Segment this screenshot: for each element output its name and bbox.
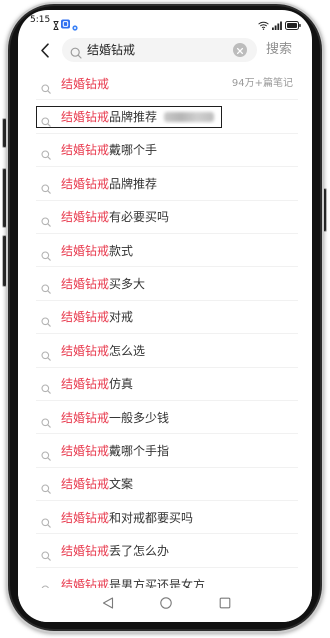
suggestion-item[interactable]: 结婚钻戒 94万+篇笔记 [18,67,312,101]
signal-icon [272,15,282,30]
suggestion-item[interactable]: 结婚钻戒怎么选 [18,334,312,368]
battery-icon [285,15,301,30]
suggestion-item[interactable]: 结婚钻戒一般多少钱 [18,401,312,435]
search-query[interactable]: 结婚钻戒 [87,43,135,57]
suggestion-item[interactable]: 结婚钻戒和对戒都要买吗 [18,501,312,535]
nav-recents-icon[interactable] [219,594,231,609]
search-icon [41,546,51,561]
suggestion-item[interactable]: 结婚钻戒是男方买还是女方 [18,568,312,588]
suggestion-item[interactable]: 结婚钻戒品牌推荐 [18,167,312,201]
nav-back-icon[interactable] [102,594,114,609]
suggestion-rest: 怎么选 [109,343,146,358]
search-icon [41,279,51,294]
suggestion-item[interactable]: 结婚钻戒品牌推荐 [18,100,312,135]
search-icon [41,312,51,328]
suggestion-list: 结婚钻戒 94万+篇笔记 结婚钻戒品牌推荐 结婚钻戒戴哪个手 结婚钻戒品牌推荐 … [18,67,312,588]
suggestion-highlight: 结婚钻戒 [61,277,110,292]
suggestion-highlight: 结婚钻戒 [61,243,110,258]
suggestion-item[interactable]: 结婚钻戒对戒 [18,301,312,335]
suggestion-text: 结婚钻戒和对戒都要买吗 [61,511,293,525]
search-icon [41,346,51,361]
note-count: 94万+篇笔记 [231,77,293,89]
suggestion-highlight: 结婚钻戒 [61,76,110,91]
suggestion-rest: 戴哪个手指 [109,443,170,458]
suggestion-text: 结婚钻戒仿真 [61,377,293,391]
suggestion-item[interactable]: 结婚钻戒款式 [18,234,312,268]
suggestion-rest: 款式 [109,243,134,258]
suggestion-item[interactable]: 结婚钻戒丢了怎么办 [18,534,312,569]
suggestion-item[interactable]: 结婚钻戒有必要买吗 [18,201,312,235]
suggestion-text: 结婚钻戒品牌推荐 [61,177,293,191]
suggestion-highlight: 结婚钻戒 [61,477,110,492]
suggestion-text: 结婚钻戒丢了怎么办 [61,544,293,558]
search-icon [41,179,51,194]
suggestion-text: 结婚钻戒有必要买吗 [61,210,293,224]
suggestion-item[interactable]: 结婚钻戒戴哪个手指 [18,434,312,469]
suggestion-item[interactable]: 结婚钻戒买多大 [18,267,312,302]
suggestion-text: 结婚钻戒对戒 [61,310,293,324]
suggestion-rest: 丢了怎么办 [109,544,170,559]
search-icon [41,79,51,94]
suggestion-highlight: 结婚钻戒 [61,143,110,158]
suggestion-rest: 仿真 [109,377,134,392]
suggestion-rest: 是男方买还是女方 [109,577,206,588]
suggestion-item[interactable]: 结婚钻戒戴哪个手 [18,134,312,168]
nav-home-icon[interactable] [160,594,172,609]
search-button[interactable]: 搜索 [266,42,292,58]
suggestion-rest: 有必要买吗 [109,210,170,225]
search-icon [41,212,51,227]
chevron-left-icon[interactable] [40,43,50,58]
phone-screen: 5:15 结婚钻戒 搜索 结婚钻戒 94万+篇笔记 结婚钻戒品牌推荐 结婚钻戒戴… [18,10,312,622]
search-bar: 结婚钻戒 搜索 [18,38,312,62]
hourglass-icon [53,15,59,30]
search-icon [41,446,51,461]
suggestion-text: 结婚钻戒怎么选 [61,344,293,358]
suggestion-highlight: 结婚钻戒 [61,176,110,191]
wifi-icon [258,15,269,30]
status-bar: 5:15 [18,10,312,31]
suggestion-highlight: 结婚钻戒 [61,443,110,458]
suggestion-text: 结婚钻戒是男方买还是女方 [61,578,293,588]
search-icon [41,112,51,127]
search-input[interactable]: 结婚钻戒 [62,38,257,62]
suggestion-text: 结婚钻戒 [61,77,232,91]
search-icon [70,44,82,59]
clear-icon[interactable] [233,43,247,57]
suggestion-highlight: 结婚钻戒 [61,577,110,588]
search-icon [41,145,51,161]
system-nav-bar [18,588,312,622]
search-icon [41,246,51,261]
suggestion-highlight: 结婚钻戒 [61,343,110,358]
suggestion-item[interactable]: 结婚钻戒仿真 [18,368,312,402]
suggestion-rest: 文案 [109,477,134,492]
settings-dot-icon [72,16,78,31]
suggestion-text: 结婚钻戒款式 [61,244,293,258]
search-icon [41,513,51,528]
suggestion-highlight: 结婚钻戒 [61,310,110,325]
search-icon [41,379,51,394]
search-icon [41,580,51,588]
suggestion-text: 结婚钻戒戴哪个手指 [61,444,293,458]
status-time: 5:15 [30,15,51,25]
suggestion-rest: 买多大 [109,277,146,292]
suggestion-text: 结婚钻戒文案 [61,477,293,491]
blurred-text [164,112,215,123]
suggestion-text: 结婚钻戒戴哪个手 [61,143,293,157]
suggestion-rest: 对戒 [109,310,134,325]
app-notification-icon [61,14,70,29]
suggestion-highlight: 结婚钻戒 [61,377,110,392]
search-icon [41,479,51,495]
suggestion-rest: 一般多少钱 [109,410,170,425]
suggestion-highlight: 结婚钻戒 [61,410,110,425]
suggestion-text: 结婚钻戒买多大 [61,277,293,291]
suggestion-item[interactable]: 结婚钻戒文案 [18,468,312,502]
suggestion-rest: 品牌推荐 [109,176,158,191]
suggestion-rest: 戴哪个手 [109,143,158,158]
suggestion-text: 结婚钻戒一般多少钱 [61,411,293,425]
search-icon [41,413,51,428]
suggestion-rest: 和对戒都要买吗 [109,510,194,525]
suggestion-highlight: 结婚钻戒 [61,510,110,525]
suggestion-highlight: 结婚钻戒 [61,210,110,225]
suggestion-highlight: 结婚钻戒 [61,544,110,559]
